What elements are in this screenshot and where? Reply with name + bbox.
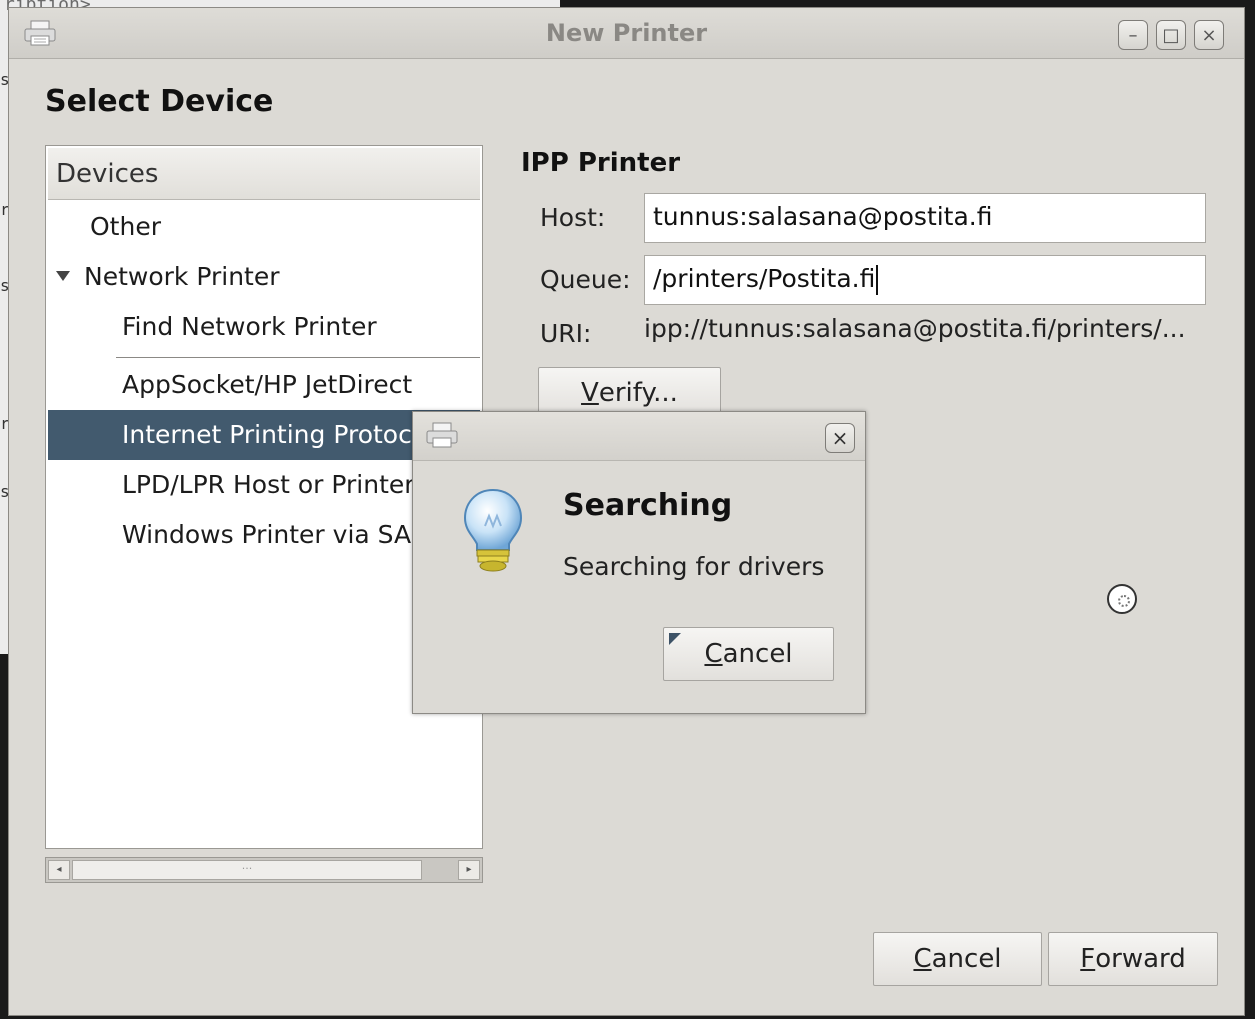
searching-dialog: × Searching Searching for drivers C ance…: [412, 411, 866, 714]
host-input-value: tunnus:salasana@postita.fi: [653, 202, 993, 231]
page-title: Select Device: [45, 84, 274, 119]
forward-mnemonic: F: [1080, 944, 1096, 974]
window-titlebar[interactable]: New Printer – □ ×: [9, 8, 1244, 59]
cancel-button[interactable]: Cancel: [873, 932, 1042, 986]
verify-label: erify...: [598, 378, 678, 408]
scroll-thumb[interactable]: ···: [72, 860, 422, 880]
text-caret: [876, 265, 879, 295]
forward-button[interactable]: Forward: [1048, 932, 1218, 986]
uri-value: ipp://tunnus:salasana@postita.fi/printer…: [644, 314, 1186, 343]
close-icon: ×: [831, 426, 849, 450]
close-icon: ×: [1201, 24, 1217, 46]
scroll-right-arrow[interactable]: ▸: [458, 860, 480, 880]
dialog-message: Searching for drivers: [563, 552, 825, 581]
printer-icon: [425, 422, 459, 452]
new-printer-window: New Printer – □ × Select Device Devices …: [8, 7, 1245, 1016]
minimize-button[interactable]: –: [1118, 20, 1148, 50]
queue-label: Queue:: [540, 265, 631, 294]
minimize-icon: –: [1128, 24, 1138, 46]
lightbulb-icon: [461, 486, 525, 580]
tree-item-find-network-printer[interactable]: Find Network Printer: [48, 302, 480, 352]
uri-label: URI:: [540, 319, 592, 348]
expander-icon[interactable]: [56, 271, 70, 281]
devices-horizontal-scrollbar[interactable]: ◂ ··· ▸: [45, 857, 483, 883]
verify-mnemonic: V: [581, 378, 599, 408]
maximize-button[interactable]: □: [1156, 20, 1186, 50]
window-title: New Printer: [545, 19, 708, 47]
dialog-cancel-mnemonic: C: [704, 639, 723, 669]
dialog-cancel-label: ancel: [722, 639, 793, 669]
dialog-cancel-button[interactable]: Cancel: [663, 627, 834, 681]
tree-item-network-printer[interactable]: Network Printer: [48, 252, 480, 302]
forward-label: orward: [1095, 944, 1186, 974]
dialog-titlebar[interactable]: ×: [413, 412, 865, 461]
queue-input[interactable]: /printers/Postita.fi: [644, 255, 1206, 305]
cancel-mnemonic: C: [913, 944, 932, 974]
dialog-close-button[interactable]: ×: [825, 423, 855, 453]
tree-item-appsocket[interactable]: AppSocket/HP JetDirect: [48, 360, 480, 410]
tree-item-label: Network Printer: [84, 262, 280, 291]
host-label: Host:: [540, 203, 606, 232]
close-button[interactable]: ×: [1194, 20, 1224, 50]
tree-separator: [116, 357, 480, 358]
devices-column-header[interactable]: Devices: [48, 148, 480, 200]
scroll-left-arrow[interactable]: ◂: [48, 860, 70, 880]
host-input[interactable]: tunnus:salasana@postita.fi: [644, 193, 1206, 243]
busy-cursor-icon: [1107, 584, 1137, 614]
queue-input-value: /printers/Postita.fi: [653, 264, 876, 293]
dialog-heading: Searching: [563, 488, 733, 523]
tree-item-other[interactable]: Other: [48, 202, 480, 252]
ipp-section-title: IPP Printer: [521, 148, 681, 178]
cancel-label: ancel: [931, 944, 1002, 974]
maximize-icon: □: [1162, 24, 1180, 46]
